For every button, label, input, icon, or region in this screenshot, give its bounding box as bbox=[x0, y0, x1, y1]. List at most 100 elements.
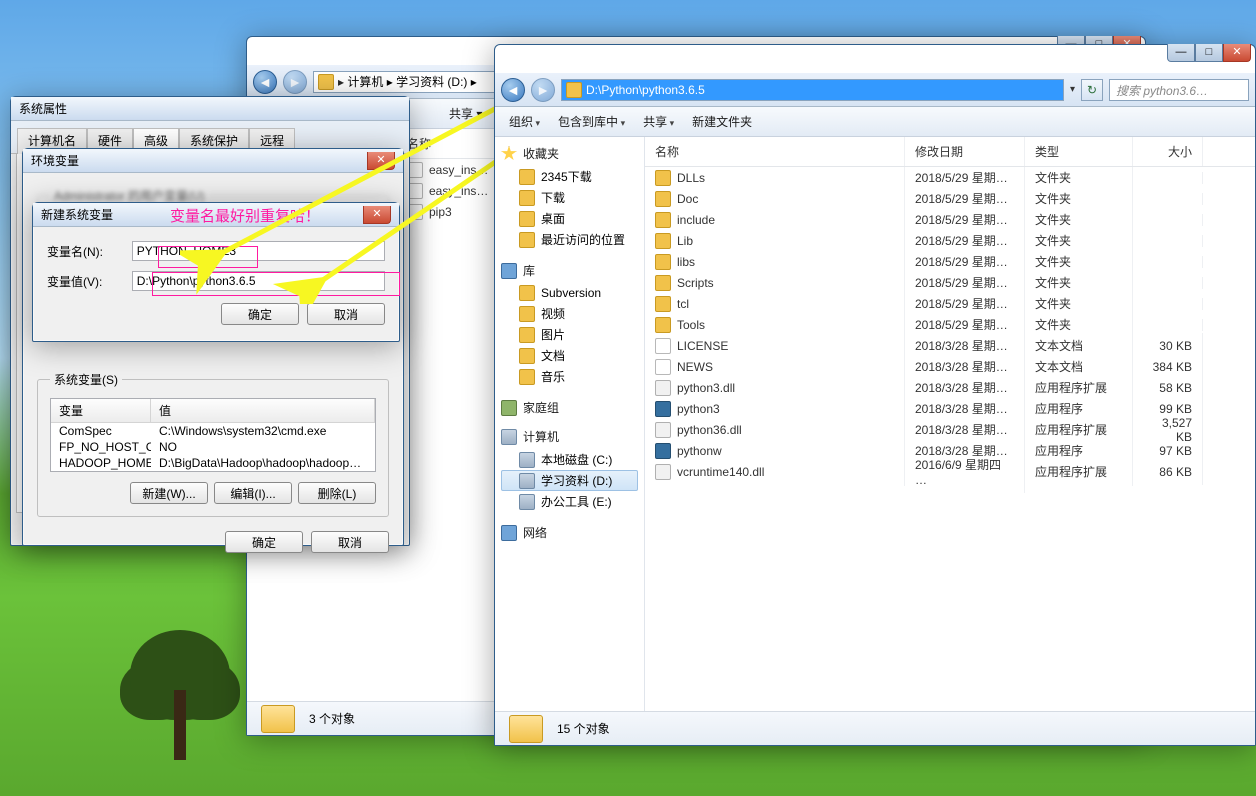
close-button[interactable]: ✕ bbox=[367, 152, 395, 170]
file-icon bbox=[655, 338, 671, 354]
status-bar: 15 个对象 bbox=[495, 711, 1255, 745]
forward-button[interactable]: ► bbox=[283, 70, 307, 94]
folder-icon bbox=[519, 327, 535, 343]
new-folder-button[interactable]: 新建文件夹 bbox=[692, 113, 752, 130]
nav-item[interactable]: 桌面 bbox=[501, 208, 638, 229]
file-list[interactable]: 名称 修改日期 类型 大小 DLLs2018/5/29 星期…文件夹Doc201… bbox=[645, 137, 1255, 711]
var-value-label: 变量值(V): bbox=[47, 273, 114, 290]
search-input[interactable]: 搜索 python3.6… bbox=[1109, 79, 1249, 101]
nav-row: ◄ ► D:\Python\python3.6.5 ▾ ↻ 搜索 python3… bbox=[495, 73, 1255, 107]
folder-icon bbox=[519, 232, 535, 248]
back-button[interactable]: ◄ bbox=[501, 78, 525, 102]
edit-sysvar-button[interactable]: 编辑(I)... bbox=[214, 482, 292, 504]
include-menu[interactable]: 包含到库中 bbox=[558, 113, 625, 130]
computer-header[interactable]: 计算机 bbox=[501, 428, 638, 445]
folder-icon bbox=[655, 212, 671, 228]
forward-button[interactable]: ► bbox=[531, 78, 555, 102]
ok-button[interactable]: 确定 bbox=[221, 303, 299, 325]
highlight-var-value bbox=[152, 272, 400, 296]
sysvar-row[interactable]: ComSpecC:\Windows\system32\cmd.exe bbox=[51, 423, 375, 439]
ok-button[interactable]: 确定 bbox=[225, 531, 303, 553]
annotation-text: 变量名最好别重复哈！ bbox=[170, 205, 320, 226]
sysvar-row[interactable]: FP_NO_HOST_C…NO bbox=[51, 439, 375, 455]
maximize-button[interactable]: □ bbox=[1195, 44, 1223, 62]
back-button[interactable]: ◄ bbox=[253, 70, 277, 94]
libraries-header[interactable]: 库 bbox=[501, 262, 638, 279]
refresh-button[interactable]: ↻ bbox=[1081, 79, 1103, 101]
nav-item[interactable]: 下载 bbox=[501, 187, 638, 208]
col-date[interactable]: 修改日期 bbox=[905, 137, 1025, 166]
organize-menu[interactable]: 组织 bbox=[509, 113, 540, 130]
close-button[interactable]: ✕ bbox=[363, 206, 391, 224]
folder-icon bbox=[519, 306, 535, 322]
col-value[interactable]: 值 bbox=[151, 399, 375, 422]
new-sysvar-button[interactable]: 新建(W)... bbox=[130, 482, 208, 504]
homegroup-header[interactable]: 家庭组 bbox=[501, 399, 638, 416]
folder-icon bbox=[509, 715, 543, 743]
address-text: D:\Python\python3.6.5 bbox=[586, 83, 705, 97]
folder-icon bbox=[519, 285, 535, 301]
favorites-header[interactable]: 收藏夹 bbox=[501, 145, 638, 162]
dialog-title: 系统属性 bbox=[19, 100, 67, 117]
wallpaper-tree bbox=[120, 620, 240, 760]
dialog-title: 新建系统变量 bbox=[41, 206, 113, 223]
highlight-var-name bbox=[158, 246, 258, 268]
minimize-button[interactable]: — bbox=[1167, 44, 1195, 62]
network-header[interactable]: 网络 bbox=[501, 524, 638, 541]
titlebar: 系统属性 bbox=[11, 97, 409, 121]
close-button[interactable]: ✕ bbox=[1223, 44, 1251, 62]
nav-item[interactable]: Subversion bbox=[501, 283, 638, 303]
col-type[interactable]: 类型 bbox=[1025, 137, 1133, 166]
nav-item[interactable]: 最近访问的位置 bbox=[501, 229, 638, 250]
command-bar: 组织 包含到库中 共享 新建文件夹 bbox=[495, 107, 1255, 137]
nav-item[interactable]: 音乐 bbox=[501, 366, 638, 387]
col-size[interactable]: 大小 bbox=[1133, 137, 1203, 166]
dll-icon bbox=[655, 464, 671, 480]
py-icon bbox=[655, 443, 671, 459]
folder-icon bbox=[519, 452, 535, 468]
nav-item[interactable]: 文档 bbox=[501, 345, 638, 366]
var-name-label: 变量名(N): bbox=[47, 243, 114, 260]
sysvar-row[interactable]: JAVA_HOMED:\BigData\JavaSE\JDK8 bbox=[51, 471, 375, 472]
computer-icon bbox=[501, 429, 517, 445]
folder-icon bbox=[655, 317, 671, 333]
dll-icon bbox=[655, 380, 671, 396]
breadcrumb[interactable]: ▸ 计算机 ▸ 学习资料 (D:) ▸ bbox=[338, 73, 477, 90]
folder-icon bbox=[519, 494, 535, 510]
sysvar-row[interactable]: HADOOP_HOMED:\BigData\Hadoop\hadoop\hado… bbox=[51, 455, 375, 471]
file-icon bbox=[655, 359, 671, 375]
cancel-button[interactable]: 取消 bbox=[311, 531, 389, 553]
py-icon bbox=[655, 401, 671, 417]
explorer-window: — □ ✕ ◄ ► D:\Python\python3.6.5 ▾ ↻ 搜索 p… bbox=[494, 44, 1256, 746]
nav-item[interactable]: 本地磁盘 (C:) bbox=[501, 449, 638, 470]
share-menu[interactable]: 共享 bbox=[643, 113, 674, 130]
file-row[interactable]: vcruntime140.dll2016/6/9 星期四 …应用程序扩展86 K… bbox=[645, 461, 1255, 482]
nav-item[interactable]: 图片 bbox=[501, 324, 638, 345]
delete-sysvar-button[interactable]: 删除(L) bbox=[298, 482, 376, 504]
system-vars-table[interactable]: 变量值 ComSpecC:\Windows\system32\cmd.exeFP… bbox=[50, 398, 376, 472]
folder-icon bbox=[655, 254, 671, 270]
nav-item[interactable]: 学习资料 (D:) bbox=[501, 470, 638, 491]
col-variable[interactable]: 变量 bbox=[51, 399, 151, 422]
nav-item[interactable]: 视频 bbox=[501, 303, 638, 324]
window-buttons: — □ ✕ bbox=[1167, 44, 1251, 62]
column-headers: 名称 修改日期 类型 大小 bbox=[645, 137, 1255, 167]
folder-icon bbox=[519, 348, 535, 364]
share-menu[interactable]: 共享 ▾ bbox=[449, 105, 482, 122]
nav-item[interactable]: 办公工具 (E:) bbox=[501, 491, 638, 512]
folder-icon bbox=[566, 82, 582, 98]
network-icon bbox=[501, 525, 517, 541]
nav-item[interactable]: 2345下载 bbox=[501, 166, 638, 187]
status-text: 3 个对象 bbox=[309, 710, 355, 727]
titlebar: 环境变量 ✕ bbox=[23, 149, 403, 173]
navigation-pane[interactable]: 收藏夹 2345下载下载桌面最近访问的位置 库 Subversion视频图片文档… bbox=[495, 137, 645, 711]
homegroup-icon bbox=[501, 400, 517, 416]
folder-icon bbox=[655, 170, 671, 186]
address-bar[interactable]: D:\Python\python3.6.5 bbox=[561, 79, 1064, 101]
col-name[interactable]: 名称 bbox=[645, 137, 905, 166]
status-text: 15 个对象 bbox=[557, 720, 610, 737]
cancel-button[interactable]: 取消 bbox=[307, 303, 385, 325]
folder-icon bbox=[655, 275, 671, 291]
glass-header bbox=[495, 45, 1255, 73]
folder-icon bbox=[655, 296, 671, 312]
